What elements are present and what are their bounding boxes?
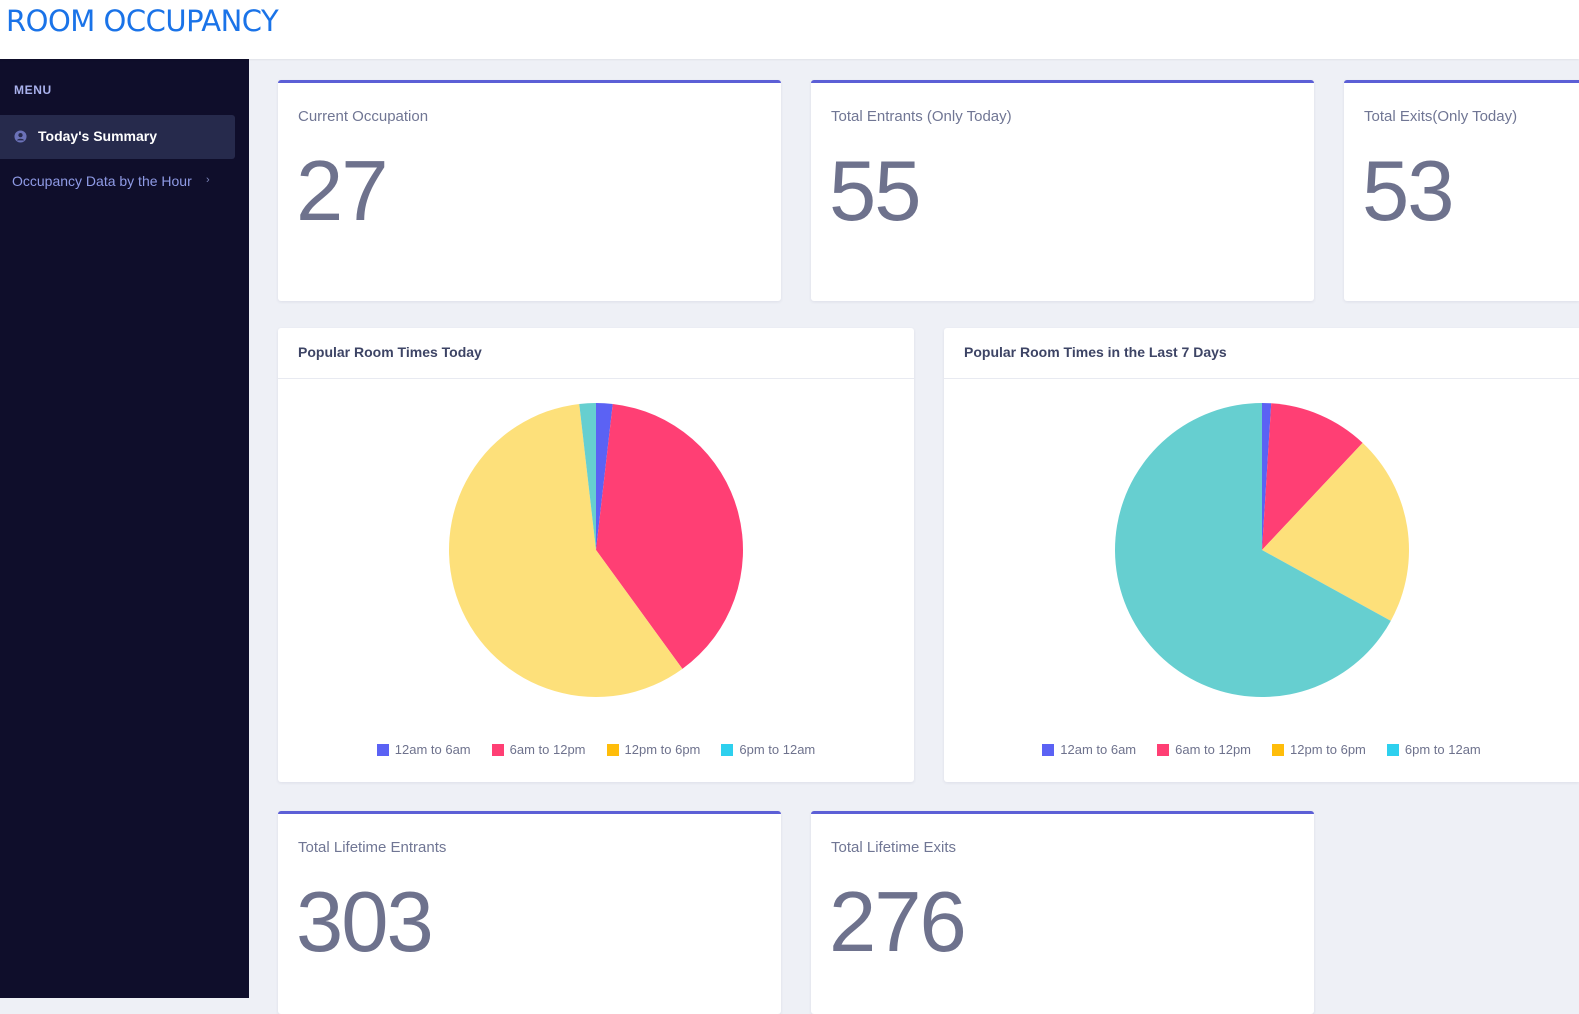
sidebar-item-label: Occupancy Data by the Hour bbox=[12, 173, 192, 189]
legend-label: 6pm to 12am bbox=[739, 742, 816, 757]
legend-label: 12pm to 6pm bbox=[624, 742, 701, 757]
legend-swatch bbox=[376, 743, 389, 756]
legend-swatch bbox=[1042, 743, 1055, 756]
stat-card-lifetime-entrants: Total Lifetime Entrants 303 bbox=[278, 811, 781, 1014]
legend-label: 12am to 6am bbox=[394, 742, 471, 757]
menu-title: MENU bbox=[14, 83, 52, 97]
sidebar-item-todays-summary[interactable]: Today's Summary bbox=[0, 115, 235, 159]
legend-item[interactable]: 6pm to 12am bbox=[721, 742, 815, 757]
chart-card-last-7-days: Popular Room Times in the Last 7 Days 12… bbox=[944, 328, 1579, 782]
sidebar-item-label: Today's Summary bbox=[38, 128, 157, 144]
user-circle-icon bbox=[14, 130, 27, 143]
legend-swatch bbox=[1157, 743, 1170, 756]
stat-card-current-occupation: Current Occupation 27 bbox=[278, 80, 781, 301]
legend-item[interactable]: 12pm to 6pm bbox=[606, 742, 701, 757]
legend-item[interactable]: 12am to 6am bbox=[1042, 742, 1136, 757]
legend-swatch bbox=[1272, 743, 1284, 756]
stat-value: 53 bbox=[1362, 144, 1455, 239]
stat-label: Total Lifetime Exits bbox=[831, 839, 957, 856]
stat-card-lifetime-exits: Total Lifetime Exits 276 bbox=[811, 811, 1314, 1014]
legend-item[interactable]: 6am to 12pm bbox=[1157, 742, 1251, 757]
stat-card-total-entrants-today: Total Entrants (Only Today) 55 bbox=[811, 80, 1314, 301]
legend-item[interactable]: 6am to 12pm bbox=[491, 742, 586, 757]
legend-swatch bbox=[721, 743, 734, 756]
stat-card-total-exits-today: Total Exits(Only Today) 53 bbox=[1344, 80, 1579, 301]
stat-value: 276 bbox=[829, 875, 967, 970]
legend-swatch bbox=[491, 743, 504, 756]
legend-label: 12am to 6am bbox=[1060, 742, 1137, 757]
legend-swatch bbox=[1386, 743, 1399, 756]
chevron-right-icon: › bbox=[206, 174, 210, 186]
stat-value: 55 bbox=[829, 144, 922, 239]
pie-chart-last-7-days bbox=[1115, 403, 1409, 697]
stat-label: Total Lifetime Entrants bbox=[298, 839, 447, 856]
legend-item[interactable]: 12am to 6am bbox=[376, 742, 471, 757]
app-title: ROOM OCCUPANCY bbox=[6, 4, 279, 38]
legend-item[interactable]: 6pm to 12am bbox=[1386, 742, 1481, 757]
stat-label: Total Exits(Only Today) bbox=[1364, 108, 1518, 125]
sidebar-item-occupancy-by-hour[interactable]: Occupancy Data by the Hour › bbox=[0, 161, 235, 201]
legend-item[interactable]: 12pm to 6pm bbox=[1272, 742, 1366, 757]
legend-swatch bbox=[606, 743, 619, 756]
sidebar: MENU Today's Summary Occupancy Data by t… bbox=[0, 59, 249, 998]
chart-legend: 12am to 6am 6am to 12pm 12pm to 6pm 6pm … bbox=[278, 742, 914, 757]
pie-chart-today bbox=[449, 403, 743, 697]
stat-value: 303 bbox=[296, 875, 434, 970]
legend-label: 6am to 12pm bbox=[1175, 742, 1251, 757]
app-header: ROOM OCCUPANCY bbox=[0, 0, 1579, 59]
stat-label: Current Occupation bbox=[298, 108, 429, 125]
chart-card-today: Popular Room Times Today 12am to 6am 6am… bbox=[278, 328, 914, 782]
legend-label: 6am to 12pm bbox=[509, 742, 586, 757]
stat-label: Total Entrants (Only Today) bbox=[831, 108, 1012, 125]
legend-label: 12pm to 6pm bbox=[1290, 742, 1366, 757]
chart-legend: 12am to 6am 6am to 12pm 12pm to 6pm 6pm … bbox=[944, 742, 1579, 757]
stat-value: 27 bbox=[296, 144, 389, 239]
legend-label: 6pm to 12am bbox=[1404, 742, 1481, 757]
